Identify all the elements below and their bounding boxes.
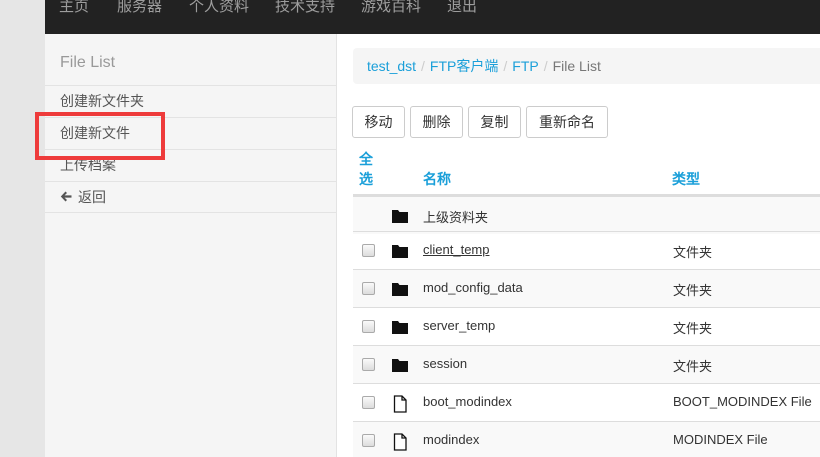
folder-icon: [391, 208, 409, 224]
row-type: 文件夹: [673, 283, 713, 298]
table-row[interactable]: mod_config_data 文件夹: [353, 269, 820, 307]
name-column-header[interactable]: 名称: [423, 169, 451, 189]
row-checkbox[interactable]: [362, 358, 375, 371]
breadcrumb-separator: /: [543, 58, 548, 74]
row-type: 文件夹: [673, 321, 713, 336]
file-icon: [391, 395, 409, 413]
move-button[interactable]: 移动: [352, 106, 405, 138]
row-checkbox[interactable]: [362, 396, 375, 409]
table-row[interactable]: boot_modindex BOOT_MODINDEX File: [353, 383, 820, 421]
row-type: MODINDEX File: [673, 432, 768, 447]
row-name-link[interactable]: session: [423, 356, 467, 371]
select-all-header[interactable]: 全 选: [359, 149, 375, 189]
row-name-link[interactable]: boot_modindex: [423, 394, 512, 409]
row-checkbox[interactable]: [362, 244, 375, 257]
nav-servers[interactable]: 服务器: [117, 0, 162, 17]
row-checkbox[interactable]: [362, 320, 375, 333]
nav-profile[interactable]: 个人资料: [189, 0, 249, 17]
breadcrumb-link-server[interactable]: test_dst: [367, 58, 416, 74]
breadcrumb-separator: /: [503, 58, 508, 74]
parent-folder-link[interactable]: 上级资料夹: [423, 207, 488, 226]
copy-button[interactable]: 复制: [468, 106, 521, 138]
select-all-label-line2: 选: [359, 171, 373, 187]
sidebar-item-label: 返回: [78, 189, 106, 205]
type-column-header[interactable]: 类型: [672, 169, 700, 189]
row-checkbox[interactable]: [362, 434, 375, 447]
arrow-left-icon: [60, 182, 72, 213]
nav-support[interactable]: 技术支持: [275, 0, 335, 17]
nav-home[interactable]: 主页: [59, 0, 89, 17]
folder-icon: [391, 357, 409, 373]
table-row[interactable]: server_temp 文件夹: [353, 307, 820, 345]
main-panel: test_dst / FTP客户端 / FTP / File List 移动 删除 复制 重…: [337, 34, 820, 457]
row-name-link[interactable]: server_temp: [423, 318, 495, 333]
top-navbar: 主页 服务器 个人资料 技术支持 游戏百科 退出: [45, 0, 820, 34]
folder-icon: [391, 319, 409, 335]
highlight-annotation: [35, 112, 165, 160]
delete-button[interactable]: 删除: [410, 106, 463, 138]
row-name-link[interactable]: mod_config_data: [423, 280, 523, 295]
breadcrumb-link-ftp[interactable]: FTP: [512, 58, 538, 74]
folder-icon: [391, 243, 409, 259]
table-row[interactable]: client_temp 文件夹: [353, 231, 820, 269]
row-type: 文件夹: [673, 359, 713, 374]
table-row-parent[interactable]: 上级资料夹: [353, 196, 820, 234]
table-row[interactable]: modindex MODINDEX File: [353, 421, 820, 457]
breadcrumb-current: File List: [552, 58, 601, 74]
row-name-link[interactable]: modindex: [423, 432, 479, 447]
breadcrumb-separator: /: [421, 58, 425, 74]
rename-button[interactable]: 重新命名: [526, 106, 608, 138]
row-type: BOOT_MODINDEX File: [673, 394, 812, 409]
nav-logout[interactable]: 退出: [447, 0, 477, 17]
left-gutter: [0, 0, 45, 457]
folder-icon: [391, 281, 409, 297]
row-type: 文件夹: [673, 245, 713, 260]
breadcrumb: test_dst / FTP客户端 / FTP / File List: [353, 48, 820, 84]
select-all-label-line1: 全: [359, 151, 373, 167]
sidebar: File List 创建新文件夹 创建新文件 上传档案 返回: [45, 34, 337, 457]
row-name-link[interactable]: client_temp: [423, 242, 489, 257]
sidebar-item-label: 创建新文件夹: [60, 93, 144, 109]
sidebar-item-back[interactable]: 返回: [45, 181, 337, 213]
file-icon: [391, 433, 409, 451]
sidebar-header: File List: [60, 54, 116, 71]
breadcrumb-link-ftp-client[interactable]: FTP客户端: [430, 58, 498, 74]
nav-wiki[interactable]: 游戏百科: [361, 0, 421, 17]
table-row[interactable]: session 文件夹: [353, 345, 820, 383]
row-checkbox[interactable]: [362, 282, 375, 295]
